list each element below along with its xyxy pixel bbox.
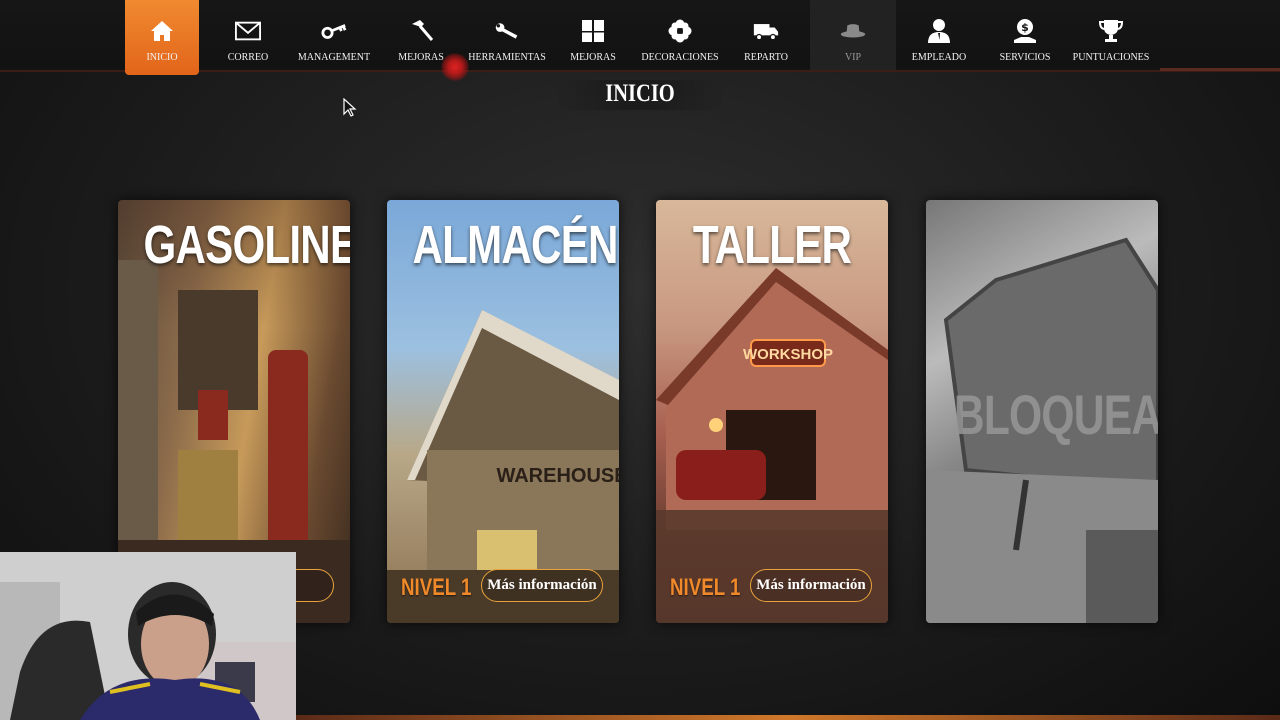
flower-icon	[667, 18, 693, 44]
nav-item-management[interactable]: MANAGEMENT	[297, 0, 371, 70]
wrench-icon	[494, 18, 520, 44]
hat-icon	[840, 18, 866, 44]
person-icon	[926, 18, 952, 44]
card-locked: BLOQUEADO	[926, 200, 1158, 623]
nav-item-inicio[interactable]: INICIO	[125, 0, 199, 75]
nav-item-vip[interactable]: VIP	[810, 0, 896, 70]
nav-item-label: PUNTUACIONES	[1072, 52, 1150, 63]
workshop-sign: WORKSHOP	[743, 346, 833, 363]
nav-item-decoraciones[interactable]: DECORACIONES	[641, 0, 719, 70]
level-label: NIVEL 1	[401, 574, 472, 601]
key-icon	[321, 18, 347, 44]
nav-item-label: MEJORAS	[570, 52, 616, 63]
truck-icon	[753, 18, 779, 44]
nav-item-correo[interactable]: CORREO	[211, 0, 285, 70]
bottom-accent-line	[296, 715, 1280, 720]
level-label: NIVEL 1	[670, 574, 741, 601]
mail-icon	[235, 18, 261, 44]
more-info-button[interactable]: Más información	[481, 569, 603, 602]
nav-item-label: EMPLEADO	[911, 52, 967, 63]
nav-item-herramientas[interactable]: HERRAMIENTAS	[468, 0, 546, 70]
money-hand-icon: $	[1012, 18, 1038, 44]
top-nav-bar: INICIO CORREO MANAGEMENT MEJORAS HERRAMI…	[0, 0, 1280, 75]
recording-indicator	[441, 53, 469, 81]
nav-item-servicios[interactable]: $ SERVICIOS	[988, 0, 1062, 70]
card-title: ALMACÉN	[412, 215, 619, 275]
nav-item-label: HERRAMIENTAS	[468, 52, 546, 63]
webcam-overlay	[0, 552, 296, 720]
card-almacen[interactable]: WAREHOUSE ALMACÉN NIVEL 1 Más informació…	[387, 200, 619, 623]
nav-item-reparto[interactable]: REPARTO	[729, 0, 803, 70]
nav-accent-strip	[1160, 68, 1280, 71]
warehouse-sign: WAREHOUSE	[496, 465, 619, 487]
more-info-button[interactable]: Más información	[750, 569, 872, 602]
streamer-video-frame	[0, 552, 296, 720]
nav-item-label: INICIO	[146, 52, 178, 63]
card-taller[interactable]: WORKSHOP TALLER NIVEL 1 Más información	[656, 200, 888, 623]
nav-item-label: REPARTO	[744, 52, 788, 63]
nav-item-label: CORREO	[227, 52, 269, 63]
page-title: INICIO	[558, 80, 722, 110]
mouse-cursor-icon	[343, 97, 357, 123]
nav-item-label: SERVICIOS	[999, 52, 1051, 63]
card-footer: NIVEL 1 Más información	[656, 569, 888, 605]
nav-item-mejoras-2[interactable]: MEJORAS	[556, 0, 630, 70]
nav-item-puntuaciones[interactable]: PUNTUACIONES	[1072, 0, 1150, 70]
svg-text:$: $	[1021, 21, 1029, 34]
home-icon	[149, 18, 175, 44]
nav-item-empleado[interactable]: EMPLEADO	[902, 0, 976, 70]
nav-item-label: MANAGEMENT	[297, 52, 371, 63]
nav-item-label: MEJORAS	[398, 52, 444, 63]
nav-item-label: VIP	[844, 52, 862, 63]
trophy-icon	[1098, 18, 1124, 44]
card-title: GASOLINERA	[143, 215, 350, 275]
card-footer: NIVEL 1 Más información	[387, 569, 619, 605]
window-icon	[580, 18, 606, 44]
hammer-icon	[408, 18, 434, 44]
nav-item-label: DECORACIONES	[641, 52, 719, 63]
card-title: TALLER	[692, 215, 852, 275]
locked-label: BLOQUEADO	[953, 383, 1158, 446]
